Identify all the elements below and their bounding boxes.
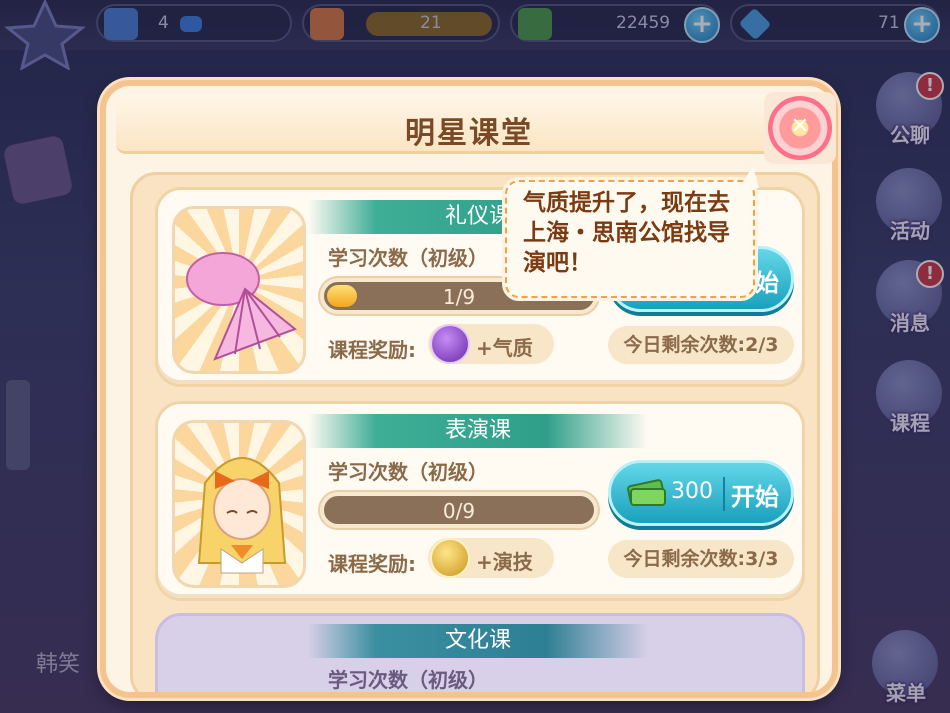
- performance-portrait: [172, 420, 306, 588]
- close-button[interactable]: ✕: [764, 92, 836, 164]
- remaining-count: 今日剩余次数:2/3: [608, 326, 794, 364]
- cash-icon: [627, 479, 666, 506]
- tooltip-message: 气质提升了，现在去上海・思南公馆找导演吧！: [523, 190, 730, 276]
- dialog-title: 明星课堂: [405, 116, 533, 151]
- reward-label: 课程奖励:: [328, 338, 416, 362]
- study-count-label: 学习次数（初级）: [328, 668, 488, 692]
- study-progress-bar: 0/9: [320, 492, 598, 528]
- tutorial-tooltip: 气质提升了，现在去上海・思南公馆找导演吧！: [505, 166, 759, 298]
- start-label: 开始: [731, 483, 779, 511]
- girl-avatar-icon: [197, 457, 287, 574]
- start-performance-button[interactable]: 300 开始: [608, 460, 794, 526]
- reward-badge: +演技: [428, 538, 554, 578]
- study-count-label: 学习次数（初级）: [328, 246, 488, 270]
- course-dialog: 明星课堂 礼仪课 学习次数（初级） 1/9 课程奖励: +气质 开始 今日剩余次…: [100, 80, 838, 698]
- reward-text: +气质: [476, 336, 533, 360]
- progress-text: 0/9: [442, 499, 476, 523]
- study-count-label: 学习次数（初级）: [328, 460, 488, 484]
- etiquette-portrait: [172, 206, 306, 374]
- fan-hat-icon: [186, 252, 297, 361]
- dialog-header: 明星课堂: [116, 94, 822, 154]
- reward-text: +演技: [476, 550, 533, 574]
- temperament-gem-icon: [430, 324, 470, 364]
- button-divider: [723, 477, 725, 511]
- remaining-count: 今日剩余次数:3/3: [608, 540, 794, 578]
- cost-value: 300: [671, 479, 713, 504]
- course-name: 文化课: [308, 624, 648, 658]
- course-card-culture: 文化课 学习次数（初级）: [155, 613, 805, 692]
- tooltip-tail: [739, 166, 759, 188]
- course-name: 表演课: [308, 414, 648, 448]
- reward-badge: +气质: [428, 324, 554, 364]
- reward-label: 课程奖励:: [328, 552, 416, 576]
- course-card-performance: 表演课 学习次数（初级） 0/9 课程奖励: +演技 300 开始 今日剩余次数…: [155, 401, 805, 601]
- acting-mask-icon: [430, 538, 470, 578]
